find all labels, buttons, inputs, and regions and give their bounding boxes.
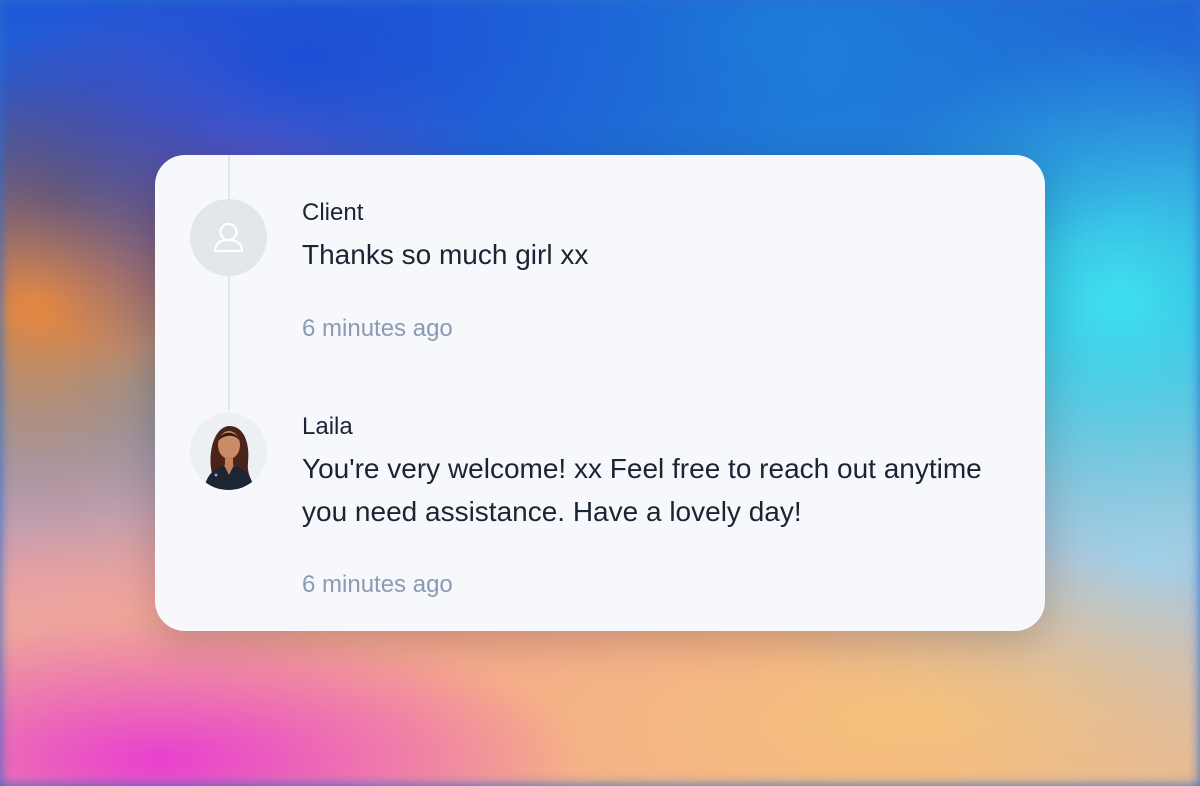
message-author: Laila bbox=[302, 413, 353, 440]
profile-photo bbox=[190, 413, 267, 490]
message-author: Client bbox=[302, 199, 364, 226]
message-text: You're very welcome! xx Feel free to rea… bbox=[302, 453, 982, 527]
client-avatar bbox=[190, 199, 267, 276]
message-text: Thanks so much girl xx bbox=[302, 239, 589, 270]
laila-avatar bbox=[190, 413, 267, 490]
message-timestamp: 6 minutes ago bbox=[302, 315, 453, 342]
conversation-card: Client Thanks so much girl xx 6 minutes … bbox=[155, 155, 1045, 631]
message-timestamp: 6 minutes ago bbox=[302, 571, 453, 598]
timeline-connector bbox=[228, 155, 230, 410]
user-outline-icon bbox=[213, 222, 244, 253]
